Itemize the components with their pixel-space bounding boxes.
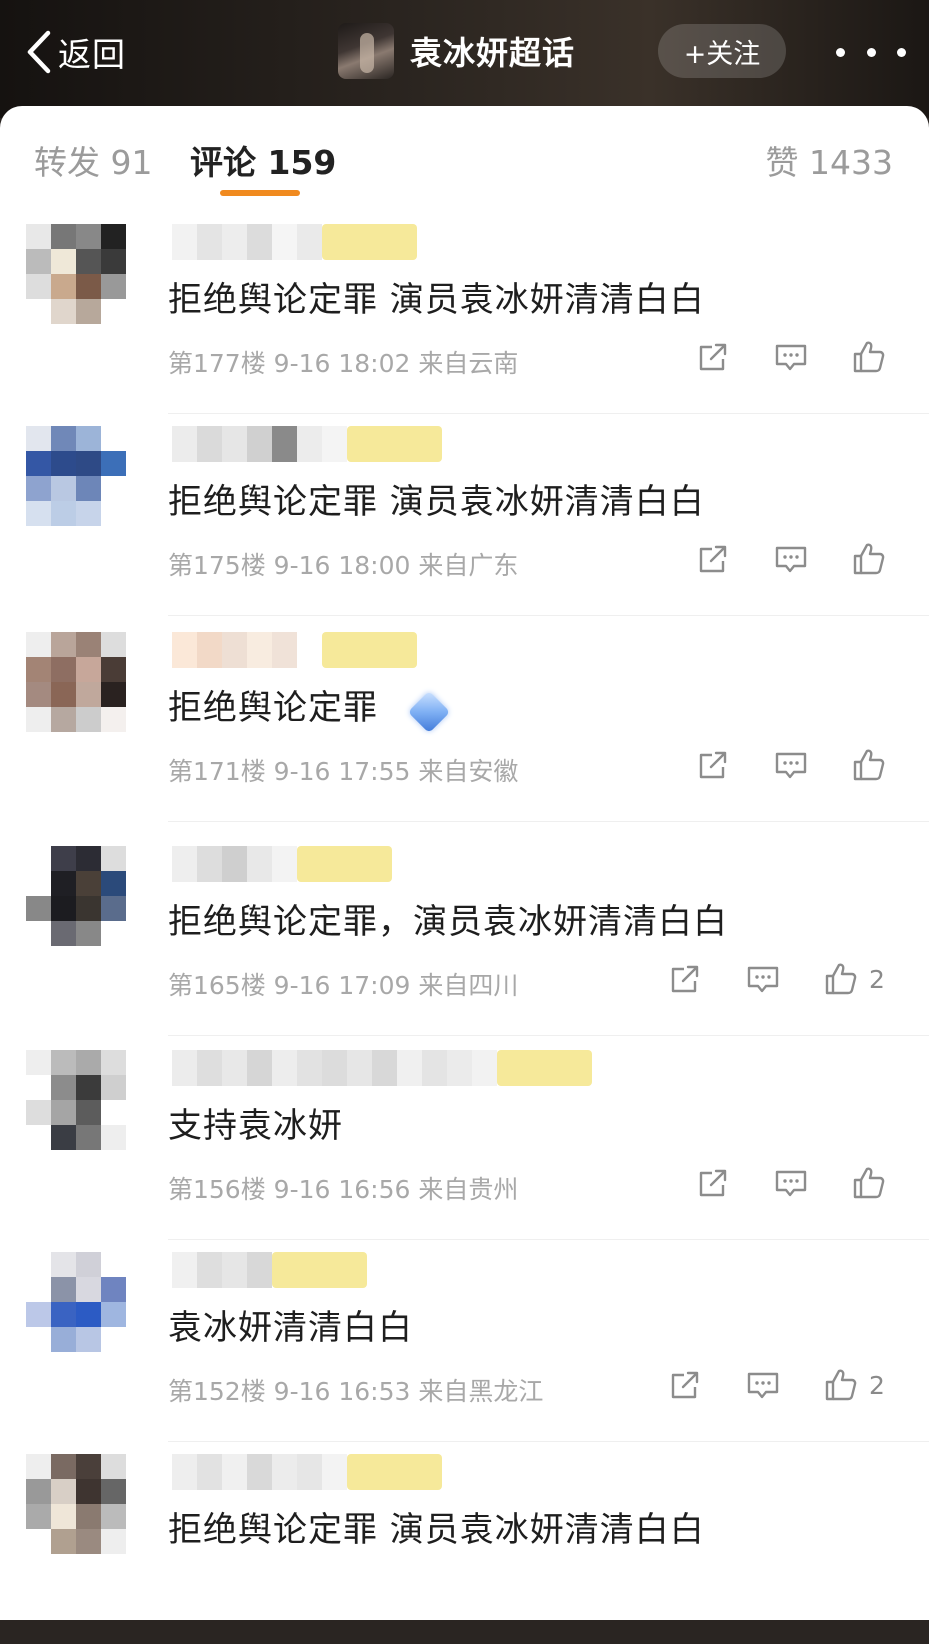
comment-item[interactable]: 支持袁冰妍第156楼 9-16 16:56 来自贵州 <box>0 1032 929 1240</box>
avatar[interactable] <box>26 1252 126 1352</box>
topic-avatar <box>338 23 394 79</box>
comment-actions <box>655 1158 889 1208</box>
username-pixelated[interactable] <box>172 1050 592 1086</box>
thumbs-up-icon[interactable] <box>849 1163 889 1203</box>
repost-icon[interactable] <box>665 959 705 999</box>
username-pixelated[interactable] <box>172 846 392 882</box>
vip-badge <box>322 224 417 260</box>
avatar[interactable] <box>26 846 126 946</box>
more-dots-icon[interactable] <box>836 30 906 74</box>
follow-button[interactable]: +关注 <box>658 24 786 78</box>
repost-icon[interactable] <box>665 1365 705 1405</box>
repost-icon[interactable] <box>693 1163 733 1203</box>
username-pixelated[interactable] <box>172 224 417 260</box>
avatar[interactable] <box>26 1454 126 1554</box>
thumbs-up-icon[interactable] <box>849 745 889 785</box>
comment-item[interactable]: 拒绝舆论定罪 演员袁冰妍清清白白第175楼 9-16 18:00 来自广东 <box>0 408 929 616</box>
repost-icon[interactable] <box>693 539 733 579</box>
comment-meta: 第152楼 9-16 16:53 来自黑龙江 <box>168 1377 544 1406</box>
comment-text: 拒绝舆论定罪 演员袁冰妍清清白白 <box>168 280 705 320</box>
comment-text: 袁冰妍清清白白 <box>168 1308 413 1348</box>
comment-icon[interactable] <box>771 745 811 785</box>
comment-actions <box>655 534 889 584</box>
topic-header[interactable]: 袁冰妍超话 <box>338 22 575 80</box>
thumbs-up-icon[interactable] <box>849 337 889 377</box>
comment-text: 拒绝舆论定罪，演员袁冰妍清清白白 <box>168 902 728 942</box>
chevron-left-icon <box>27 30 51 74</box>
tab-bar: 转发 91 评论 159 赞 1433 <box>0 106 929 206</box>
comment-icon[interactable] <box>771 1163 811 1203</box>
comment-item[interactable]: 拒绝舆论定罪 演员袁冰妍清清白白第177楼 9-16 18:02 来自云南 <box>0 206 929 414</box>
top-bar: 返回 袁冰妍超话 +关注 <box>0 0 929 118</box>
avatar[interactable] <box>26 632 126 732</box>
comment-text: 支持袁冰妍 <box>168 1106 343 1146</box>
comment-meta: 第177楼 9-16 18:02 来自云南 <box>168 349 519 378</box>
comment-meta: 第171楼 9-16 17:55 来自安徽 <box>168 757 519 786</box>
username-pixelated[interactable] <box>172 1454 442 1490</box>
comment-meta: 第165楼 9-16 17:09 来自四川 <box>168 971 519 1000</box>
comment-item[interactable]: 拒绝舆论定罪 演员袁冰妍清清白白 <box>0 1436 929 1644</box>
repost-icon[interactable] <box>693 337 733 377</box>
avatar[interactable] <box>26 224 126 324</box>
comment-icon[interactable] <box>743 1365 783 1405</box>
divider <box>168 821 929 822</box>
comment-actions: 2 <box>627 1360 889 1410</box>
avatar[interactable] <box>26 1050 126 1150</box>
vip-badge <box>347 1454 442 1490</box>
vip-badge <box>347 426 442 462</box>
comment-text: 拒绝舆论定罪 <box>168 680 451 734</box>
vip-badge <box>322 632 417 668</box>
comment-item[interactable]: 袁冰妍清清白白第152楼 9-16 16:53 来自黑龙江 2 <box>0 1234 929 1442</box>
comment-item[interactable]: 拒绝舆论定罪第171楼 9-16 17:55 来自安徽 <box>0 614 929 822</box>
topic-title: 袁冰妍超话 <box>410 34 576 72</box>
comment-actions <box>655 332 889 382</box>
comment-text: 拒绝舆论定罪 演员袁冰妍清清白白 <box>168 1510 705 1550</box>
diamond-emoji-icon <box>407 690 451 734</box>
comment-text: 拒绝舆论定罪 演员袁冰妍清清白白 <box>168 482 705 522</box>
vip-badge <box>297 846 392 882</box>
username-pixelated[interactable] <box>172 632 417 668</box>
comment-sheet: 转发 91 评论 159 赞 1433 拒绝舆论定罪 演员袁冰妍清清白白第177… <box>0 106 929 1620</box>
username-pixelated[interactable] <box>172 1252 367 1288</box>
comment-actions: 2 <box>627 954 889 1004</box>
avatar[interactable] <box>26 426 126 526</box>
vip-badge <box>272 1252 367 1288</box>
comment-icon[interactable] <box>771 539 811 579</box>
comment-meta: 第175楼 9-16 18:00 来自广东 <box>168 551 519 580</box>
repost-icon[interactable] <box>693 745 733 785</box>
comment-icon[interactable] <box>743 959 783 999</box>
back-label: 返回 <box>58 35 126 74</box>
like-count: 2 <box>869 1370 885 1400</box>
comment-meta: 第156楼 9-16 16:56 来自贵州 <box>168 1175 519 1204</box>
username-pixelated[interactable] <box>172 426 442 462</box>
like-count: 2 <box>869 964 885 994</box>
tab-forward[interactable]: 转发 91 <box>34 136 152 184</box>
back-button[interactable]: 返回 <box>22 26 126 78</box>
comment-item[interactable]: 拒绝舆论定罪，演员袁冰妍清清白白第165楼 9-16 17:09 来自四川 2 <box>0 828 929 1036</box>
thumbs-up-icon[interactable] <box>821 959 861 999</box>
thumbs-up-icon[interactable] <box>821 1365 861 1405</box>
tab-likes[interactable]: 赞 1433 <box>766 136 893 184</box>
thumbs-up-icon[interactable] <box>849 539 889 579</box>
vip-badge <box>497 1050 592 1086</box>
active-tab-indicator <box>220 190 300 196</box>
comment-actions <box>655 740 889 790</box>
tab-comments[interactable]: 评论 159 <box>190 136 336 184</box>
comment-icon[interactable] <box>771 337 811 377</box>
